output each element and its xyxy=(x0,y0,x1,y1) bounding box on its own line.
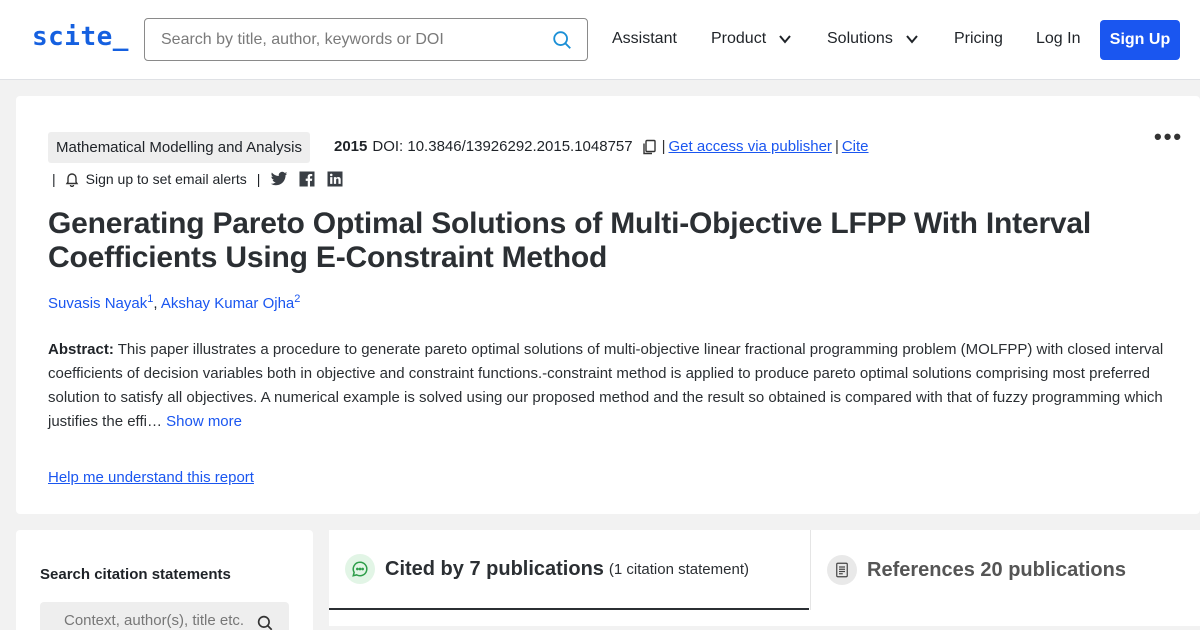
nav-assistant[interactable]: Assistant xyxy=(612,30,677,48)
copy-icon[interactable] xyxy=(641,139,657,155)
citation-search-box[interactable] xyxy=(40,602,289,630)
search-input[interactable] xyxy=(161,27,531,53)
cited-by-icon xyxy=(345,554,375,584)
twitter-icon[interactable] xyxy=(270,170,288,188)
tab-references[interactable]: References 20 publications xyxy=(810,530,1200,610)
tabs-divider xyxy=(329,626,1200,630)
alerts-share-row: | Sign up to set email alerts | xyxy=(52,170,344,188)
help-understand-link[interactable]: Help me understand this report xyxy=(48,469,254,486)
publication-year: 2015 xyxy=(334,138,368,155)
chevron-down-icon xyxy=(779,35,791,44)
document-icon xyxy=(827,555,857,585)
nav-solutions-label: Solutions xyxy=(827,30,893,47)
abstract: Abstract: This paper illustrates a proce… xyxy=(48,338,1178,434)
author-affiliation: 2 xyxy=(294,293,301,305)
signup-button[interactable]: Sign Up xyxy=(1100,20,1180,60)
citation-search-input[interactable] xyxy=(64,612,254,629)
nav-pricing[interactable]: Pricing xyxy=(954,30,1003,48)
bell-icon[interactable] xyxy=(64,171,80,187)
separator: | xyxy=(256,171,261,187)
search-icon[interactable] xyxy=(551,29,573,51)
tab-cited-by-count: (1 citation statement) xyxy=(608,560,749,578)
paper-card: Mathematical Modelling and Analysis 2015… xyxy=(16,96,1200,514)
author-link[interactable]: Akshay Kumar Ojha2 xyxy=(160,293,301,312)
journal-badge[interactable]: Mathematical Modelling and Analysis xyxy=(48,132,310,163)
separator: | xyxy=(834,138,839,155)
authors-list: Suvasis Nayak1, Akshay Kumar Ojha2 xyxy=(48,293,301,312)
tab-references-label: References 20 publications xyxy=(867,558,1126,581)
paper-meta-row: 2015 DOI: 10.3846/13926292.2015.1048757 … xyxy=(334,138,869,155)
top-navigation-bar: scite_ Assistant Product Solutions Prici… xyxy=(0,0,1200,80)
paper-title: Generating Pareto Optimal Solutions of M… xyxy=(48,207,1092,274)
author-link[interactable]: Suvasis Nayak1 xyxy=(48,293,153,312)
author-name: Suvasis Nayak xyxy=(48,295,148,312)
tab-cited-by-label: Cited by 7 publications xyxy=(385,557,604,580)
more-options-icon[interactable]: ••• xyxy=(1154,124,1183,150)
author-name: Akshay Kumar Ojha xyxy=(160,295,295,312)
chevron-down-icon xyxy=(906,35,918,44)
login-link[interactable]: Log In xyxy=(1036,30,1080,48)
tab-cited-by[interactable]: Cited by 7 publications (1 citation stat… xyxy=(329,530,809,610)
citation-search-panel: Search citation statements xyxy=(16,530,313,630)
separator: | xyxy=(52,171,56,187)
search-box[interactable] xyxy=(144,18,588,61)
doi-text: DOI: 10.3846/13926292.2015.1048757 xyxy=(372,138,633,155)
get-access-link[interactable]: Get access via publisher xyxy=(669,138,832,155)
nav-solutions[interactable]: Solutions xyxy=(827,30,919,48)
cite-link[interactable]: Cite xyxy=(842,138,869,155)
facebook-icon[interactable] xyxy=(298,170,316,188)
linkedin-icon[interactable] xyxy=(326,170,344,188)
scite-logo[interactable]: scite_ xyxy=(32,22,129,52)
separator: | xyxy=(661,138,666,155)
citation-tabs: Cited by 7 publications (1 citation stat… xyxy=(329,530,1200,630)
nav-product-label: Product xyxy=(711,30,767,47)
citation-search-heading: Search citation statements xyxy=(40,566,231,583)
show-more-link[interactable]: Show more xyxy=(166,413,242,430)
search-icon[interactable] xyxy=(256,614,274,630)
nav-product[interactable]: Product xyxy=(711,30,792,48)
email-alerts-link[interactable]: Sign up to set email alerts xyxy=(86,171,247,187)
abstract-label: Abstract: xyxy=(48,341,114,358)
share-icons xyxy=(270,170,344,188)
